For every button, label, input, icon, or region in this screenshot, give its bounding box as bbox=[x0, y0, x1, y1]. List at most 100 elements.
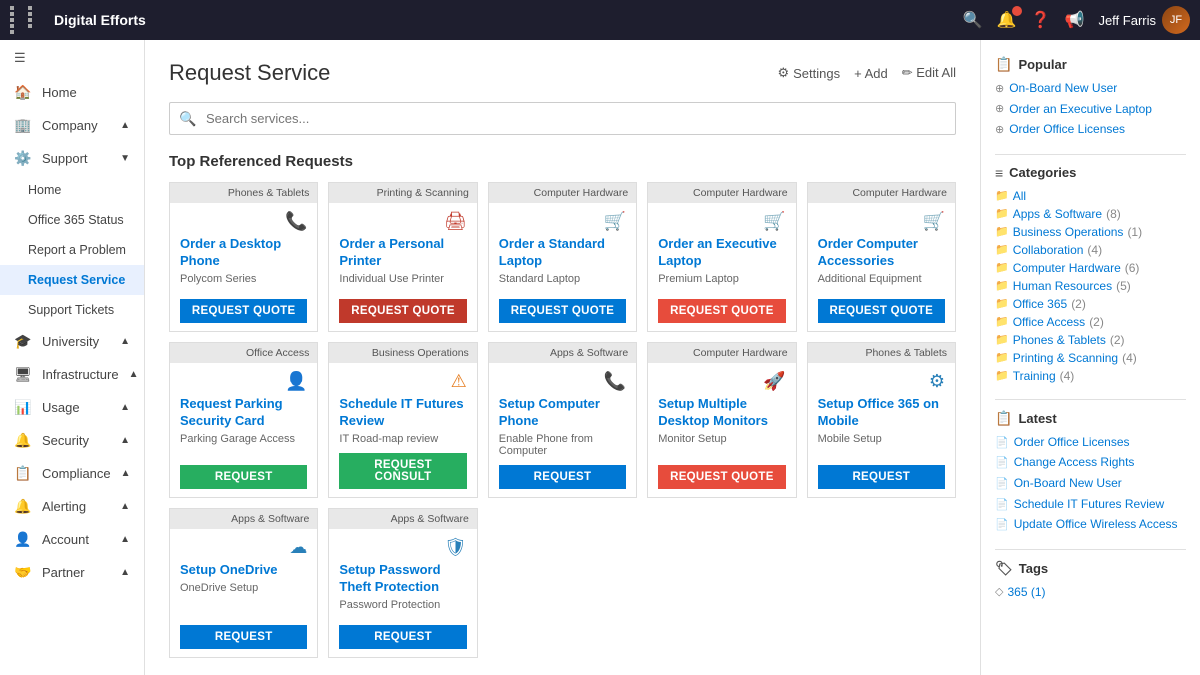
popular-link-0[interactable]: ⊕ On-Board New User bbox=[995, 81, 1186, 97]
link-icon: ⊕ bbox=[995, 82, 1004, 96]
megaphone-icon[interactable]: 📢 bbox=[1065, 10, 1085, 30]
card-computer-accessories: Computer Hardware 🛒 Order Computer Acces… bbox=[807, 182, 956, 332]
doc-icon: 📄 bbox=[995, 456, 1009, 470]
chevron-down-icon-acct: ▲ bbox=[120, 534, 130, 545]
sidebar-label-support: Support bbox=[42, 151, 88, 166]
card-category: Computer Hardware bbox=[648, 343, 795, 363]
category-office-access[interactable]: 📁 Office Access (2) bbox=[995, 315, 1186, 329]
card-subtitle: Additional Equipment bbox=[818, 273, 945, 285]
sidebar-item-alerting[interactable]: 🔔 Alerting ▲ bbox=[0, 490, 144, 523]
card-body: 🛒 Order an Executive Laptop Premium Lapt… bbox=[648, 203, 795, 331]
category-printing-scanning[interactable]: 📁 Printing & Scanning (4) bbox=[995, 351, 1186, 365]
sidebar-item-compliance[interactable]: 📋 Compliance ▲ bbox=[0, 457, 144, 490]
request-button-onedrive[interactable]: REQUEST bbox=[180, 625, 307, 649]
request-quote-button-accessories[interactable]: REQUEST QUOTE bbox=[818, 299, 945, 323]
page-title: Request Service bbox=[169, 60, 330, 86]
category-human-resources[interactable]: 📁 Human Resources (5) bbox=[995, 279, 1186, 293]
tag-icon: ◇ bbox=[995, 585, 1003, 598]
category-training[interactable]: 📁 Training (4) bbox=[995, 369, 1186, 383]
request-quote-button-phone[interactable]: REQUEST QUOTE bbox=[180, 299, 307, 323]
request-quote-button-exec-laptop[interactable]: REQUEST QUOTE bbox=[658, 299, 785, 323]
request-quote-button-standard-laptop[interactable]: REQUEST QUOTE bbox=[499, 299, 626, 323]
card-title[interactable]: Schedule IT Futures Review bbox=[339, 396, 466, 430]
request-button-parking[interactable]: REQUEST bbox=[180, 465, 307, 489]
category-collaboration[interactable]: 📁 Collaboration (4) bbox=[995, 243, 1186, 257]
edit-label: ✏ Edit All bbox=[902, 65, 956, 81]
card-title[interactable]: Order an Executive Laptop bbox=[658, 236, 785, 270]
category-all[interactable]: 📁 All bbox=[995, 189, 1186, 203]
category-office365[interactable]: 📁 Office 365 (2) bbox=[995, 297, 1186, 311]
university-icon: 🎓 bbox=[14, 333, 32, 350]
latest-link-0[interactable]: 📄 Order Office Licenses bbox=[995, 435, 1186, 451]
latest-link-3[interactable]: 📄 Schedule IT Futures Review bbox=[995, 497, 1186, 513]
add-button[interactable]: + Add bbox=[854, 66, 888, 81]
card-it-futures: Business Operations ⚠ Schedule IT Future… bbox=[328, 342, 477, 498]
card-title[interactable]: Setup Computer Phone bbox=[499, 396, 626, 430]
category-computer-hardware[interactable]: 📁 Computer Hardware (6) bbox=[995, 261, 1186, 275]
card-title[interactable]: Request Parking Security Card bbox=[180, 396, 307, 430]
request-quote-button-monitors[interactable]: REQUEST QUOTE bbox=[658, 465, 785, 489]
sidebar-hamburger[interactable]: ☰ bbox=[0, 40, 144, 76]
category-phones-tablets[interactable]: 📁 Phones & Tablets (2) bbox=[995, 333, 1186, 347]
settings-button[interactable]: ⚙ Settings bbox=[777, 65, 840, 81]
edit-all-button[interactable]: ✏ Edit All bbox=[902, 65, 956, 81]
popular-link-1[interactable]: ⊕ Order an Executive Laptop bbox=[995, 102, 1186, 118]
sidebar-item-company[interactable]: 🏢 Company ▲ bbox=[0, 109, 144, 142]
app-grid-icon[interactable] bbox=[10, 6, 44, 34]
request-button-computer-phone[interactable]: REQUEST bbox=[499, 465, 626, 489]
sidebar-item-account[interactable]: 👤 Account ▲ bbox=[0, 523, 144, 556]
card-title[interactable]: Order a Desktop Phone bbox=[180, 236, 307, 270]
sidebar-item-support[interactable]: ⚙️ Support ▼ bbox=[0, 142, 144, 175]
bell-icon[interactable]: 🔔 bbox=[997, 10, 1017, 30]
content-area: Request Service ⚙ Settings + Add ✏ Edit … bbox=[145, 40, 980, 675]
request-consult-button[interactable]: REQUEST CONSULT bbox=[339, 453, 466, 489]
card-icon: 🚀 bbox=[658, 371, 785, 392]
categories-title: ≡ Categories bbox=[995, 165, 1186, 181]
card-category: Phones & Tablets bbox=[170, 183, 317, 203]
card-icon: 🛒 bbox=[658, 211, 785, 232]
sidebar-item-request-service[interactable]: Request Service bbox=[0, 265, 144, 295]
card-title[interactable]: Order a Personal Printer bbox=[339, 236, 466, 270]
category-business-ops[interactable]: 📁 Business Operations (1) bbox=[995, 225, 1186, 239]
latest-link-4[interactable]: 📄 Update Office Wireless Access bbox=[995, 517, 1186, 533]
card-title[interactable]: Setup OneDrive bbox=[180, 562, 307, 579]
card-title[interactable]: Setup Password Theft Protection bbox=[339, 562, 466, 596]
sidebar-item-infrastructure[interactable]: 🖥 Infrastructure ▲ bbox=[0, 358, 144, 391]
card-category: Printing & Scanning bbox=[329, 183, 476, 203]
sidebar-item-home[interactable]: 🏠 Home bbox=[0, 76, 144, 109]
card-icon: 📞 bbox=[499, 371, 626, 392]
card-title[interactable]: Setup Office 365 on Mobile bbox=[818, 396, 945, 430]
sidebar-label-infrastructure: Infrastructure bbox=[42, 367, 119, 382]
sidebar-item-partner[interactable]: 🤝 Partner ▲ bbox=[0, 556, 144, 589]
sidebar-item-university[interactable]: 🎓 University ▲ bbox=[0, 325, 144, 358]
help-icon[interactable]: ❓ bbox=[1031, 10, 1051, 30]
category-apps-software[interactable]: 📁 Apps & Software (8) bbox=[995, 207, 1186, 221]
card-body: ⚠ Schedule IT Futures Review IT Road-map… bbox=[329, 363, 476, 497]
card-icon: 🛒 bbox=[818, 211, 945, 232]
card-title[interactable]: Order a Standard Laptop bbox=[499, 236, 626, 270]
sidebar-item-support-home[interactable]: Home bbox=[0, 175, 144, 205]
card-title[interactable]: Setup Multiple Desktop Monitors bbox=[658, 396, 785, 430]
sidebar-item-usage[interactable]: 📊 Usage ▲ bbox=[0, 391, 144, 424]
avatar: JF bbox=[1162, 6, 1190, 34]
tag-365[interactable]: ◇ 365 (1) bbox=[995, 585, 1186, 599]
card-title[interactable]: Order Computer Accessories bbox=[818, 236, 945, 270]
request-button-mobile[interactable]: REQUEST bbox=[818, 465, 945, 489]
request-quote-button-printer[interactable]: REQUEST QUOTE bbox=[339, 299, 466, 323]
card-body: 📞 Order a Desktop Phone Polycom Series R… bbox=[170, 203, 317, 331]
sidebar-item-support-tickets[interactable]: Support Tickets bbox=[0, 295, 144, 325]
sidebar-item-report-problem[interactable]: Report a Problem bbox=[0, 235, 144, 265]
sidebar-item-security[interactable]: 🔔 Security ▲ bbox=[0, 424, 144, 457]
chevron-down-icon: ▲ bbox=[120, 120, 130, 131]
search-icon[interactable]: 🔍 bbox=[963, 10, 983, 30]
folder-icon: 📁 bbox=[995, 243, 1009, 256]
card-placeholder-5 bbox=[807, 508, 956, 658]
user-menu[interactable]: Jeff Farris JF bbox=[1098, 6, 1190, 34]
search-input[interactable] bbox=[169, 102, 956, 135]
latest-link-1[interactable]: 📄 Change Access Rights bbox=[995, 455, 1186, 471]
popular-link-2[interactable]: ⊕ Order Office Licenses bbox=[995, 122, 1186, 138]
sidebar-label-university: University bbox=[42, 334, 99, 349]
request-button-password-theft[interactable]: REQUEST bbox=[339, 625, 466, 649]
latest-link-2[interactable]: 📄 On-Board New User bbox=[995, 476, 1186, 492]
sidebar-item-office365[interactable]: Office 365 Status bbox=[0, 205, 144, 235]
